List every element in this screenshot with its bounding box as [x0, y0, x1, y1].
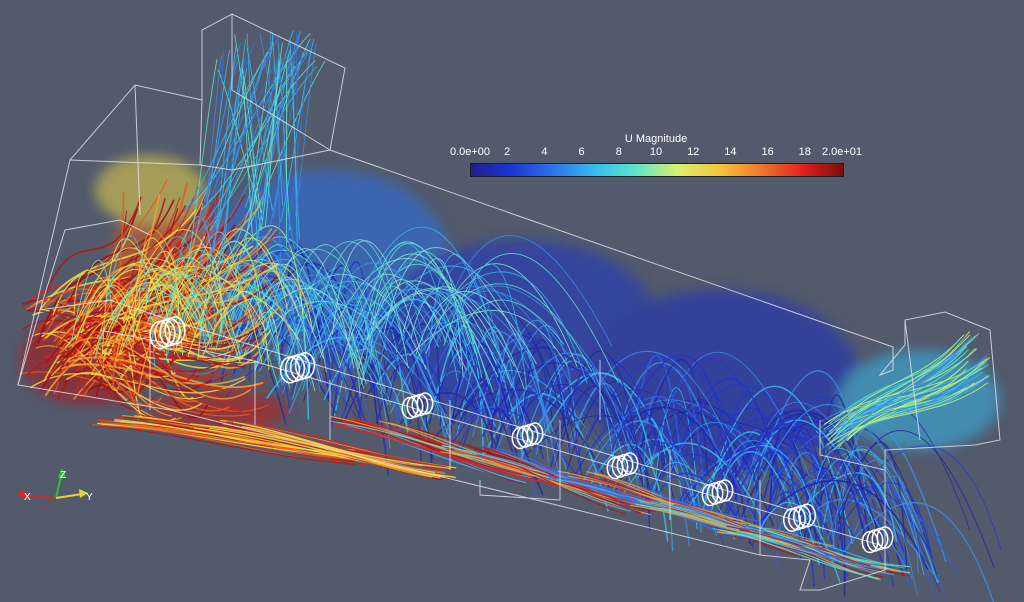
colorbar-tick-label: 16	[761, 146, 774, 158]
nozzle	[701, 479, 734, 507]
colorbar-tick-label: 12	[687, 146, 700, 158]
colorbar-tick-label: 18	[798, 146, 811, 158]
colorbar-tick-label: 14	[724, 146, 737, 158]
orientation-axes-widget[interactable]: Z Y X	[16, 468, 93, 513]
y-axis-label: Y	[86, 492, 93, 503]
render-viewport[interactable]: Z Y X	[0, 0, 1024, 602]
x-axis-label: X	[24, 492, 31, 503]
colorbar-title: U Magnitude	[624, 133, 688, 145]
streamline	[206, 49, 231, 204]
colorbar-tick-label: 2.0e+01	[821, 146, 863, 158]
z-axis-label: Z	[60, 470, 66, 481]
colorbar-tick-label: 2	[504, 146, 511, 158]
colorbar-tick-label: 0.0e+00	[449, 146, 491, 158]
colorbar-tick-label: 4	[541, 146, 548, 158]
colorbar-gradient	[470, 163, 844, 177]
colorbar-tick-label: 8	[615, 146, 622, 158]
colorbar-tick-label: 10	[649, 146, 663, 158]
y-axis-line	[55, 493, 83, 499]
colorbar-tick-label: 6	[578, 146, 585, 158]
